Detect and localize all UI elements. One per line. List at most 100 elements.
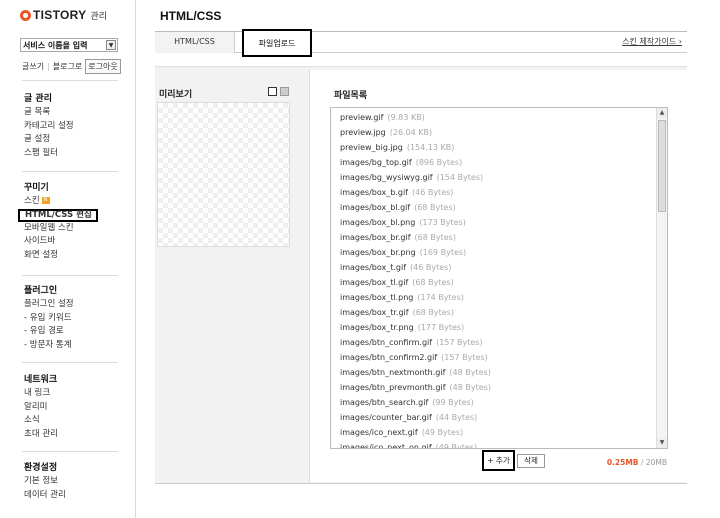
scrollbar[interactable]: ▲ ▼	[656, 108, 667, 448]
storage-usage: 0.25MB / 20MB	[607, 458, 667, 467]
logo-text: TISTORY	[33, 8, 87, 22]
file-list-item[interactable]: images/box_bl.png (173 Bytes)	[340, 218, 466, 227]
scroll-up-icon[interactable]: ▲	[657, 108, 667, 118]
nav-item-news[interactable]: 소식	[24, 414, 58, 428]
scroll-thumb[interactable]	[658, 120, 666, 212]
delete-file-button[interactable]: 삭제	[517, 454, 545, 468]
file-list-item[interactable]: preview.jpg (26.04 KB)	[340, 128, 432, 137]
nav-item-basic-info[interactable]: 기본 정보	[24, 475, 66, 489]
file-name: images/box_bl.gif	[340, 203, 411, 212]
tistory-logo[interactable]: TISTORY 관리	[20, 8, 107, 22]
nav-item-visitor-stats[interactable]: - 방문자 통계	[24, 339, 74, 353]
file-list-item[interactable]: images/counter_bar.gif (44 Bytes)	[340, 413, 477, 422]
tistory-logo-icon	[20, 9, 31, 21]
file-size: (48 Bytes)	[449, 383, 491, 392]
file-name: images/btn_confirm.gif	[340, 338, 433, 347]
add-file-button[interactable]: + 추가	[482, 450, 515, 471]
file-name: images/box_bl.png	[340, 218, 416, 227]
page-title: HTML/CSS	[160, 9, 222, 23]
file-list-item[interactable]: preview_big.jpg (154.13 KB)	[340, 143, 454, 152]
nav-item-post-list[interactable]: 글 목록	[24, 106, 74, 120]
nav-item-mobile-skin[interactable]: 모바일웹 스킨	[24, 222, 98, 236]
file-list-item[interactable]: images/btn_confirm2.gif (157 Bytes)	[340, 353, 488, 362]
nav-item-inflow-keywords[interactable]: - 유입 키워드	[24, 312, 74, 326]
write-link[interactable]: 글쓰기	[22, 61, 44, 72]
nav-item-skin[interactable]: 스킨 N	[24, 195, 98, 209]
file-size: (896 Bytes)	[415, 158, 463, 167]
nav-item-sidebar[interactable]: 사이드바	[24, 235, 98, 249]
logout-button[interactable]: 로그아웃	[85, 59, 121, 74]
nav-item-invitations[interactable]: 초대 관리	[24, 428, 58, 442]
file-name: images/bg_top.gif	[340, 158, 412, 167]
file-name: images/box_tr.png	[340, 323, 414, 332]
file-name: images/box_tl.png	[340, 293, 414, 302]
file-size: (46 Bytes)	[411, 188, 454, 197]
scroll-down-icon[interactable]: ▼	[657, 438, 667, 448]
nav-item-notifier[interactable]: 알리미	[24, 401, 58, 415]
nav-group-title: 플러그인	[24, 286, 58, 296]
file-name: images/box_br.gif	[340, 233, 411, 242]
tab-file-upload[interactable]: 파일업로드	[242, 29, 312, 57]
file-size: (46 Bytes)	[410, 263, 452, 272]
white-background-icon[interactable]	[268, 87, 277, 96]
file-list-item[interactable]: images/box_tl.gif (68 Bytes)	[340, 278, 454, 287]
file-list-item[interactable]: images/box_br.gif (68 Bytes)	[340, 233, 456, 242]
tab-html-css[interactable]: HTML/CSS	[155, 32, 235, 53]
account-links: 글쓰기 | 블로그로 로그아웃	[22, 59, 121, 74]
file-list-item[interactable]: images/btn_search.gif (99 Bytes)	[340, 398, 474, 407]
file-list-item[interactable]: images/box_b.gif (46 Bytes)	[340, 188, 453, 197]
file-size: (26.04 KB)	[389, 128, 433, 137]
nav-item-screen-settings[interactable]: 화면 설정	[24, 249, 98, 263]
nav-item-data-management[interactable]: 데이터 관리	[24, 489, 66, 503]
file-list-item[interactable]: images/bg_wysiwyg.gif (154 Bytes)	[340, 173, 483, 182]
file-list-item[interactable]: images/box_br.png (169 Bytes)	[340, 248, 466, 257]
file-name: images/bg_wysiwyg.gif	[340, 173, 433, 182]
divider	[22, 451, 118, 452]
file-list-item[interactable]: images/btn_nextmonth.gif (48 Bytes)	[340, 368, 491, 377]
file-size: (44 Bytes)	[435, 413, 478, 422]
file-list-item[interactable]: images/box_tr.png (177 Bytes)	[340, 323, 464, 332]
file-list-item[interactable]: images/box_tl.png (174 Bytes)	[340, 293, 464, 302]
file-list-item[interactable]: images/ico_next.gif (49 Bytes)	[340, 428, 463, 437]
file-name: preview.gif	[340, 113, 384, 122]
file-list-item[interactable]: preview.gif (9.83 KB)	[340, 113, 425, 122]
file-name: images/box_tr.gif	[340, 308, 409, 317]
file-list-item[interactable]: images/box_tr.gif (68 Bytes)	[340, 308, 454, 317]
nav-item-my-links[interactable]: 내 링크	[24, 387, 58, 401]
nav-group-posts: 글 관리 글 목록 카테고리 설정 글 설정 스팸 필터	[24, 92, 74, 160]
file-list-item[interactable]: images/box_bl.gif (68 Bytes)	[340, 203, 456, 212]
nav-group-title: 환경설정	[24, 463, 58, 473]
nav-item-spam-filter[interactable]: 스팸 필터	[24, 147, 74, 161]
file-list-item[interactable]: images/ico_next_on.gif (49 Bytes)	[340, 443, 477, 449]
nav-group-title: 네트워크	[24, 375, 58, 385]
nav-item-inflow-paths[interactable]: - 유입 경로	[24, 325, 74, 339]
skin-guide-link[interactable]: 스킨 제작가이드 ›	[622, 36, 682, 47]
file-name: images/counter_bar.gif	[340, 413, 432, 422]
file-size: (169 Bytes)	[419, 248, 467, 257]
nav-item-html-css-edit[interactable]: HTML/CSS 편집	[18, 208, 98, 222]
nav-group-title: 글 관리	[24, 94, 52, 104]
file-size: (68 Bytes)	[414, 233, 456, 242]
blog-select-value: 서비스 이름을 입력	[23, 40, 88, 50]
file-name: images/ico_next_on.gif	[340, 443, 432, 449]
file-name: preview.jpg	[340, 128, 386, 137]
logo-subtitle: 관리	[90, 11, 108, 22]
file-list-item[interactable]: images/btn_confirm.gif (157 Bytes)	[340, 338, 483, 347]
file-size: (49 Bytes)	[421, 428, 464, 437]
file-list-item[interactable]: images/btn_prevmonth.gif (48 Bytes)	[340, 383, 491, 392]
file-size: (48 Bytes)	[449, 368, 491, 377]
nav-item-category-settings[interactable]: 카테고리 설정	[24, 120, 74, 134]
nav-item-plugin-settings[interactable]: 플러그인 설정	[24, 298, 74, 312]
chevron-down-icon[interactable]: ▼	[106, 40, 116, 50]
nav-group-title: 꾸미기	[24, 183, 49, 193]
file-name: images/ico_next.gif	[340, 428, 418, 437]
blog-link[interactable]: 블로그로	[53, 61, 82, 72]
blog-select[interactable]: 서비스 이름을 입력 ▼	[20, 38, 118, 52]
nav-item-skin-label: 스킨	[24, 196, 40, 206]
gray-background-icon[interactable]	[280, 87, 289, 96]
file-list[interactable]: preview.gif (9.83 KB) preview.jpg (26.04 KB…	[330, 107, 668, 449]
file-list-item[interactable]: images/bg_top.gif (896 Bytes)	[340, 158, 462, 167]
nav-item-post-settings[interactable]: 글 설정	[24, 133, 74, 147]
storage-used: 0.25MB	[606, 458, 639, 467]
file-list-item[interactable]: images/box_t.gif (46 Bytes)	[340, 263, 451, 272]
